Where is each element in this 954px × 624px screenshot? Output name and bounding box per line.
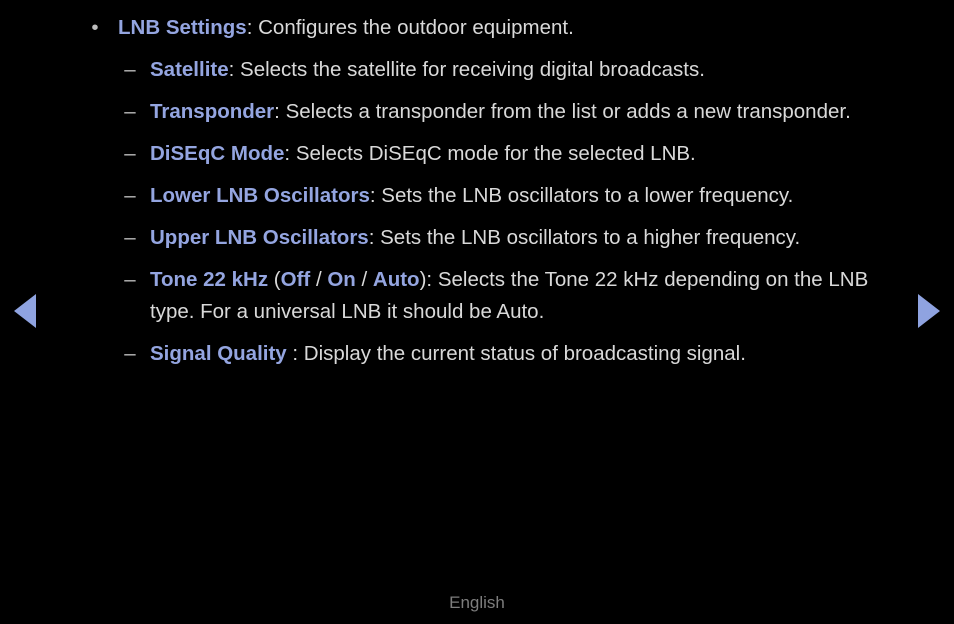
sub-item-description: Selects a transponder from the list or a…: [285, 100, 851, 123]
language-label: English: [449, 593, 505, 612]
sub-item-tone-22-khz: – Tone 22 kHz (Off / On / Auto): Selects …: [0, 264, 954, 328]
sub-item-separator: :: [286, 342, 304, 365]
topic-lnb-settings: • LNB Settings: Configures the outdoor e…: [0, 12, 954, 44]
sub-item-diseqc-mode: – DiSEqC Mode: Selects DiSEqC mode for t…: [0, 138, 954, 170]
dash-marker: –: [124, 184, 136, 207]
dash-marker: –: [124, 100, 136, 123]
sub-item-description: Sets the LNB oscillators to a lower freq…: [381, 184, 794, 207]
dash-marker: –: [124, 226, 136, 249]
sub-item-term: Upper LNB Oscillators: [150, 226, 369, 249]
sub-item-description: Selects DiSEqC mode for the selected LNB…: [295, 142, 696, 165]
sub-item-separator: :: [228, 58, 241, 81]
sub-item-list: – Satellite: Selects the satellite for r…: [0, 54, 954, 370]
sub-item-description: Selects the satellite for receiving digi…: [240, 58, 705, 81]
options-separator-1: /: [310, 268, 328, 291]
help-page: • LNB Settings: Configures the outdoor e…: [0, 0, 954, 624]
sub-item-term: DiSEqC Mode: [150, 142, 285, 165]
sub-item-term: Signal Quality: [150, 342, 287, 365]
options-open-paren: (: [268, 268, 281, 291]
dash-marker: –: [124, 142, 136, 165]
sub-item-lower-lnb-oscillators: – Lower LNB Oscillators: Sets the LNB os…: [0, 180, 954, 212]
sub-item-term: Tone 22 kHz: [150, 268, 269, 291]
options-separator-2: /: [355, 268, 373, 291]
option-off: Off: [280, 268, 311, 291]
sub-item-term: Transponder: [150, 100, 275, 123]
bullet-marker: •: [91, 16, 99, 39]
sub-item-separator: :: [274, 100, 286, 123]
sub-item-term: Satellite: [150, 58, 229, 81]
sub-item-separator: :: [284, 142, 296, 165]
sub-item-description: Sets the LNB oscillators to a higher fre…: [380, 226, 801, 249]
option-on: On: [327, 268, 356, 291]
sub-item-term: Lower LNB Oscillators: [150, 184, 370, 207]
dash-marker: –: [124, 342, 136, 365]
sub-item-transponder: – Transponder: Selects a transponder fro…: [0, 96, 954, 128]
sub-item-upper-lnb-oscillators: – Upper LNB Oscillators: Sets the LNB os…: [0, 222, 954, 254]
sub-item-signal-quality: – Signal Quality : Display the current s…: [0, 338, 954, 370]
footer-language: English: [0, 592, 954, 614]
dash-marker: –: [124, 268, 136, 291]
sub-item-satellite: – Satellite: Selects the satellite for r…: [0, 54, 954, 86]
topic-description: Configures the outdoor equipment.: [258, 16, 574, 39]
sub-item-separator: :: [369, 184, 382, 207]
help-content: • LNB Settings: Configures the outdoor e…: [0, 12, 954, 380]
sub-item-description: Display the current status of broadcasti…: [303, 342, 746, 365]
topic-separator: :: [246, 16, 259, 39]
dash-marker: –: [124, 58, 136, 81]
sub-item-separator: :: [426, 268, 438, 291]
option-auto: Auto: [372, 268, 420, 291]
sub-item-separator: :: [368, 226, 381, 249]
topic-term: LNB Settings: [118, 16, 247, 39]
